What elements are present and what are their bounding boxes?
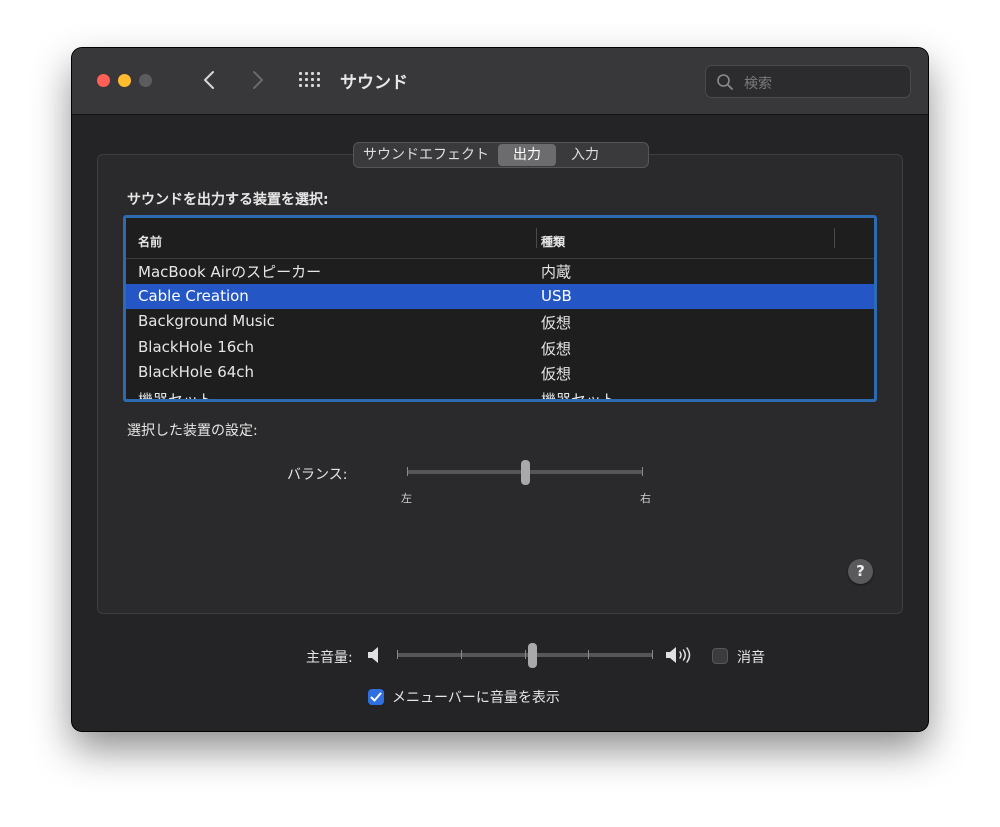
show-volume-in-menubar-checkbox[interactable]: [368, 689, 384, 705]
search-placeholder: 検索: [744, 76, 772, 92]
device-type: 仮想: [541, 339, 572, 358]
slider-tick: [407, 467, 408, 476]
device-type: 仮想: [541, 314, 572, 332]
mute-label: 消音: [737, 650, 765, 666]
select-device-heading: サウンドを出力する装置を選択:: [127, 192, 329, 208]
checkmark-icon: [370, 692, 382, 702]
device-settings-heading: 選択した装置の設定:: [127, 423, 258, 439]
device-rows: MacBook Airのスピーカー 内蔵 Cable Creation USB …: [126, 258, 874, 402]
zoom-window-button[interactable]: [139, 74, 152, 87]
balance-label: バランス:: [287, 467, 348, 483]
speaker-low-icon: [368, 647, 378, 663]
device-name: BlackHole 16ch: [138, 337, 255, 356]
column-divider[interactable]: [834, 228, 835, 248]
column-divider[interactable]: [536, 228, 537, 248]
table-row[interactable]: 機器セット 機器セット: [126, 386, 874, 402]
show-volume-in-menubar-label: メニューバーに音量を表示: [392, 690, 560, 706]
help-button[interactable]: ?: [848, 559, 873, 584]
device-type: 仮想: [541, 365, 572, 383]
window-title: サウンド: [340, 73, 408, 93]
device-type: USB: [541, 286, 572, 305]
back-icon[interactable]: [200, 69, 220, 91]
table-row[interactable]: BlackHole 64ch 仮想: [126, 360, 874, 386]
search-icon: [717, 74, 733, 90]
column-header-name[interactable]: 名前: [138, 233, 162, 250]
tab-input[interactable]: 入力: [556, 144, 614, 166]
volume-slider-knob[interactable]: [528, 643, 537, 668]
mute-checkbox[interactable]: [712, 648, 728, 664]
slider-tick: [397, 650, 398, 659]
table-row[interactable]: BlackHole 16ch 仮想: [126, 335, 874, 361]
slider-tick: [525, 650, 526, 659]
sound-preferences-window: サウンド 検索 サウンドエフェクト 出力 入力 サウンドを出力する装置を選択: …: [72, 48, 928, 731]
slider-tick: [461, 650, 462, 659]
device-type: 内蔵: [541, 263, 572, 281]
tab-bar: サウンドエフェクト 出力 入力: [353, 142, 649, 168]
close-window-button[interactable]: [97, 74, 110, 87]
table-row-selected[interactable]: Cable Creation USB: [126, 283, 874, 309]
device-name: 機器セット: [138, 390, 214, 402]
slider-tick: [642, 467, 643, 476]
column-header-type[interactable]: 種類: [541, 233, 565, 250]
device-type: 機器セット: [541, 390, 617, 402]
slider-tick: [652, 650, 653, 659]
output-device-table[interactable]: 名前 種類 MacBook Airのスピーカー 内蔵 Cable Creatio…: [123, 215, 877, 402]
balance-left-label: 左: [401, 492, 412, 505]
balance-slider-knob[interactable]: [521, 460, 530, 485]
tab-sound-effects[interactable]: サウンドエフェクト: [354, 144, 498, 166]
show-all-grid-icon[interactable]: [299, 72, 321, 88]
search-field[interactable]: 検索: [705, 65, 911, 98]
table-header: 名前 種類: [126, 218, 874, 259]
device-name: BlackHole 64ch: [138, 363, 255, 381]
output-volume-label: 主音量:: [306, 650, 353, 666]
device-name: Cable Creation: [138, 286, 249, 305]
table-row[interactable]: MacBook Airのスピーカー 内蔵: [126, 258, 874, 284]
device-name: MacBook Airのスピーカー: [138, 263, 322, 281]
forward-icon[interactable]: [247, 69, 267, 91]
speaker-high-icon: [666, 647, 691, 663]
titlebar: サウンド 検索: [72, 48, 928, 115]
device-name: Background Music: [138, 312, 275, 330]
slider-tick: [588, 650, 589, 659]
balance-right-label: 右: [640, 492, 651, 505]
table-row[interactable]: Background Music 仮想: [126, 309, 874, 335]
minimize-window-button[interactable]: [118, 74, 131, 87]
tab-output[interactable]: 出力: [498, 144, 556, 166]
